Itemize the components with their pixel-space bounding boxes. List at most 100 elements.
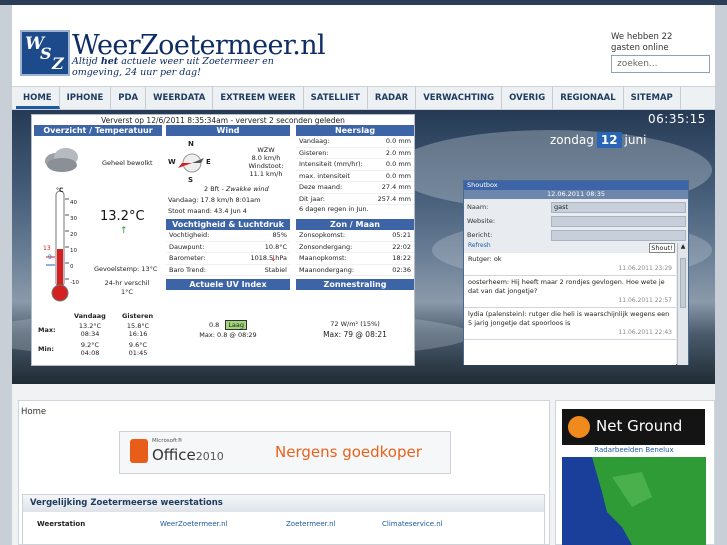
name-input[interactable]: gast <box>551 201 686 213</box>
rain-note: 6 dagen regen in Jun. <box>299 205 369 213</box>
weather-panel: Ververst op 12/6/2011 8:35:34am - verver… <box>31 114 415 366</box>
ad-brand-small: Microsoft® <box>152 438 183 444</box>
scale-tick: 20 <box>70 232 77 238</box>
nav-item-pda[interactable]: PDA <box>111 87 147 109</box>
rain-row: Deze maand: 27.4 mm <box>296 182 414 194</box>
sun-rows: Zonsopkomst: 05:21 Zonsondergang: 22:02 Maan… <box>296 230 414 276</box>
ad-text: Nergens goedkoper <box>275 443 422 461</box>
wind-title: Wind <box>166 125 290 136</box>
day-name: zondag <box>550 133 594 147</box>
day-number: 12 <box>596 132 622 148</box>
left-margin <box>0 5 12 545</box>
rain-row: Gisteren: 2.0 mm <box>296 148 414 159</box>
office-ad[interactable]: Microsoft® Office2010 Nergens goedkoper <box>119 431 451 474</box>
netground-logo-icon <box>568 416 590 438</box>
office-logo-icon <box>130 439 148 463</box>
solar-max: Max: 79 @ 08:21 <box>323 330 387 339</box>
uv-title: Actuele UV Index <box>166 279 290 290</box>
humidity-row: Dauwpunt: 10.8°C <box>166 242 290 253</box>
nav-item-extreem-weer[interactable]: EXTREEM WEER <box>213 87 304 109</box>
netground-banner[interactable]: Net Ground <box>562 409 705 445</box>
cloudy-icon <box>45 148 78 172</box>
scale-tick: 10 <box>70 248 77 254</box>
scroll-thumb[interactable] <box>680 258 686 308</box>
wind-today: Vandaag: 17.8 km/h 8:01am <box>168 196 261 204</box>
solar-section: Zonnestraling 72 W/m² (15%) Max: 79 @ 08… <box>296 279 414 339</box>
min-label: Min: <box>38 345 54 353</box>
feels-like: Gevoelstemp: 13°C <box>94 265 158 273</box>
lo-marker: 9 <box>48 254 52 261</box>
shoutbox-scrollbar[interactable]: ▲ <box>677 243 688 365</box>
sun-row: Maanopkomst: 18:22 <box>296 253 414 265</box>
nav-item-overig[interactable]: OVERIG <box>502 87 554 109</box>
radar-map[interactable] <box>562 457 706 545</box>
name-label: Naam: <box>467 203 489 211</box>
sun-title: Zon / Maan <box>296 219 414 230</box>
scale-tick: 40 <box>70 200 77 206</box>
compass-e: E <box>206 158 211 166</box>
comparison-col[interactable]: Climateservice.nl <box>382 520 502 528</box>
overview-section: Overzicht / Temperatuur Geheel bewolkt °… <box>34 125 162 357</box>
sun-row: Zonsopkomst: 05:21 <box>296 230 414 242</box>
shout-button[interactable]: Shout! <box>649 243 675 253</box>
compass-n: N <box>188 140 194 148</box>
compass-w: W <box>168 158 176 166</box>
nav-item-sitemap[interactable]: SITEMAP <box>624 87 681 109</box>
min-today: 9.2°C 04:08 <box>80 341 100 357</box>
shoutbox-messages: Rutger: ok 11.06.2011 23:29 oosterheem: Hi… <box>464 253 676 365</box>
nav-item-radar[interactable]: RADAR <box>368 87 417 109</box>
website-input[interactable] <box>551 215 686 227</box>
breadcrumb: Home <box>21 407 47 417</box>
shoutbox-date: 12.06.2011 08:35 <box>464 190 688 199</box>
guests-online: We hebben 22 gasten online <box>611 32 673 53</box>
page: W S Z WeerZoetermeer.nl Altijd het actue… <box>0 0 727 545</box>
current-temp: 13.2°C <box>100 209 145 224</box>
scroll-up-icon[interactable]: ▲ <box>678 243 688 250</box>
overview-title: Overzicht / Temperatuur <box>34 125 162 136</box>
nav-item-weerdata[interactable]: WEERDATA <box>146 87 214 109</box>
sun-section: Zon / Maan Zonsopkomst: 05:21 Zonsondergan… <box>296 219 414 276</box>
thermo-scale: 40 30 20 10 0 -10 <box>70 195 79 291</box>
diff-label: 24-hr verschil <box>104 279 150 287</box>
beaufort: 2 Bft - Zwakke wind <box>204 185 269 193</box>
search-input[interactable]: zoeken... <box>611 55 710 73</box>
clock: 06:35:15 <box>648 112 706 126</box>
date-display: zondag 12 juni <box>550 132 646 148</box>
message-input[interactable] <box>551 229 686 241</box>
nav-item-regionaal[interactable]: REGIONAAL <box>553 87 624 109</box>
max-yesterday: 15.8°C 16:16 <box>126 322 150 338</box>
nav-item-home[interactable]: HOME <box>16 87 60 109</box>
nav-item-verwachting[interactable]: VERWACHTING <box>416 87 503 109</box>
radar-title[interactable]: Radarbeelden Benelux <box>562 446 706 454</box>
wind-stoot: Stoot maand: 43.4 Jun 4 <box>168 207 247 215</box>
comparison-col[interactable]: WeerZoetermeer.nl <box>160 520 286 528</box>
max-label: Max: <box>38 326 56 334</box>
chat-message: lydia (palenstein): rutger die heli is w… <box>464 308 676 340</box>
comparison-title: Vergelijking Zoetermeerse weerstations <box>23 495 544 512</box>
rain-rows: Vandaag: 0.0 mm Gisteren: 2.0 mm Intensiteit… <box>296 136 414 205</box>
comparison-col[interactable]: Zoetermeer.nl <box>286 520 382 528</box>
netground-text: Net Ground <box>596 417 683 435</box>
comparison-header: Weerstation WeerZoetermeer.nl Zoetermeer.n… <box>23 512 544 528</box>
uv-level: Laag <box>225 320 248 330</box>
message-label: Bericht: <box>467 231 493 239</box>
chat-message: Rutger: ok 11.06.2011 23:29 <box>464 253 676 276</box>
min-yesterday: 9.6°C 01:45 <box>128 341 148 357</box>
nav-item-iphone[interactable]: IPHONE <box>60 87 112 109</box>
station-comparison: Vergelijking Zoetermeerse weerstations W… <box>22 494 545 545</box>
shoutbox-title: Shoutbox <box>464 181 688 190</box>
scale-tick: 30 <box>70 216 77 222</box>
humidity-section: Vochtigheid & Luchtdruk Vochtigheid: 85% D… <box>166 219 290 276</box>
rain-row: Intensiteit (mm/hr): 0.0 mm <box>296 159 414 171</box>
humidity-title: Vochtigheid & Luchtdruk <box>166 219 290 230</box>
radar-land <box>592 457 706 545</box>
website-label: Website: <box>467 217 496 225</box>
refresh-link[interactable]: Refresh <box>468 242 491 249</box>
rain-row: max. intensiteit 0.0 mm <box>296 171 414 182</box>
site-logo[interactable]: W S Z <box>20 30 70 76</box>
nav-list: HOME IPHONE PDA WEERDATA EXTREEM WEER SATELLI… <box>12 87 715 109</box>
chat-message: oosterheem: Hij heeft maar 2 rondjes gev… <box>464 276 676 308</box>
wind-section: Wind N E S W WZW 8.0 km/h Windstoot: 11.1 k… <box>166 125 290 215</box>
nav-item-satelliet[interactable]: SATELLIET <box>304 87 368 109</box>
solar-title: Zonnestraling <box>296 279 414 290</box>
